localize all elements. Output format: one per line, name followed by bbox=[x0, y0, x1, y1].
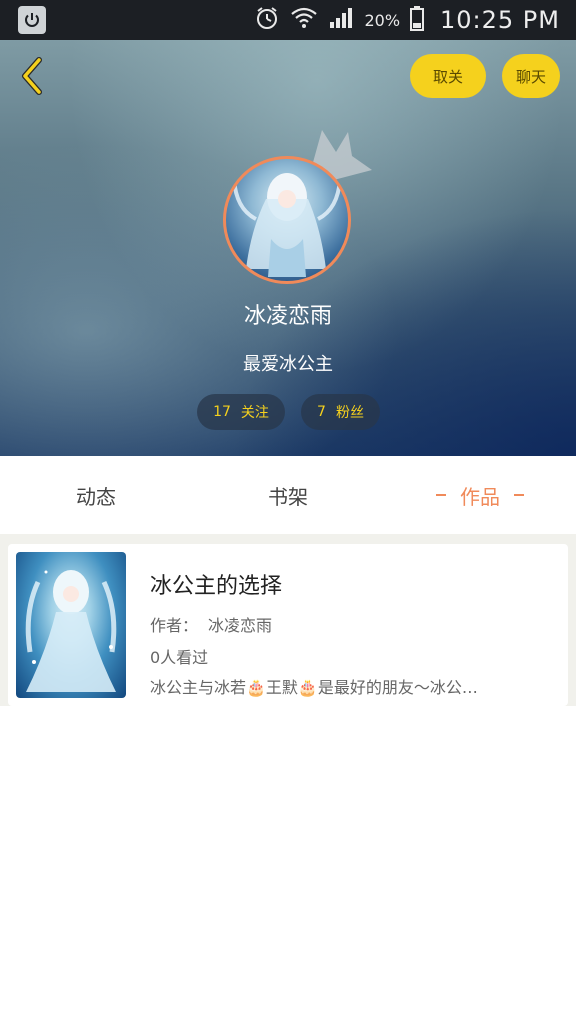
following-label: 关注 bbox=[240, 405, 269, 421]
battery-icon bbox=[410, 5, 425, 35]
fans-stat[interactable]: 7 粉丝 bbox=[301, 394, 380, 430]
wifi-icon bbox=[290, 5, 318, 35]
following-count: 17 bbox=[213, 404, 231, 420]
tab-bar: 动态 书架 作品 bbox=[0, 456, 576, 534]
author-name: 冰凌恋雨 bbox=[208, 616, 273, 635]
book-title: 冰公主的选择 bbox=[150, 574, 283, 599]
active-indicator-right bbox=[514, 494, 524, 496]
battery-percent: 20% bbox=[364, 10, 401, 30]
status-bar: 20% 10:25 PM bbox=[0, 0, 576, 40]
author-label: 作者： bbox=[150, 616, 199, 635]
book-description: 冰公主与冰若🎂王默🎂是最好的朋友～冰公… bbox=[150, 678, 478, 697]
fans-label: 粉丝 bbox=[335, 405, 364, 421]
tab-bookshelf[interactable]: 书架 bbox=[192, 456, 384, 534]
power-icon bbox=[18, 6, 46, 34]
tab-label: 书架 bbox=[268, 484, 308, 509]
signature: 最爱冰公主 bbox=[243, 354, 333, 375]
book-author: 作者： 冰凌恋雨 bbox=[150, 612, 272, 636]
signal-icon bbox=[328, 6, 354, 34]
avatar-illustration bbox=[232, 173, 342, 277]
clock: 10:25 PM bbox=[440, 6, 560, 34]
tab-label: 动态 bbox=[76, 484, 116, 509]
tab-label: 作品 bbox=[460, 484, 500, 509]
alarm-icon bbox=[254, 5, 280, 35]
book-card[interactable]: 冰公主的选择 作者： 冰凌恋雨 0人看过 冰公主与冰若🎂王默🎂是最好的朋友～冰公… bbox=[8, 544, 568, 706]
book-readers: 0人看过 bbox=[150, 648, 209, 667]
unfollow-button[interactable]: 取关 bbox=[410, 54, 486, 98]
tab-works[interactable]: 作品 bbox=[384, 456, 576, 534]
book-cover bbox=[16, 552, 126, 698]
back-button[interactable] bbox=[12, 54, 52, 98]
nickname: 冰凌恋雨 bbox=[243, 304, 332, 329]
fans-count: 7 bbox=[317, 404, 326, 420]
avatar[interactable] bbox=[223, 156, 351, 284]
tab-activity[interactable]: 动态 bbox=[0, 456, 192, 534]
profile-header: 取关 聊天 冰凌恋雨 最爱冰公主 17 关注 7 粉丝 bbox=[0, 40, 576, 456]
chevron-left-icon bbox=[22, 57, 42, 95]
chat-button[interactable]: 聊天 bbox=[502, 54, 560, 98]
app-root: 20% 10:25 PM 取关 聊天 冰凌恋雨 最爱冰公主 17 关注 7 粉丝… bbox=[0, 0, 576, 1024]
following-stat[interactable]: 17 关注 bbox=[197, 394, 285, 430]
active-indicator-left bbox=[436, 494, 446, 496]
